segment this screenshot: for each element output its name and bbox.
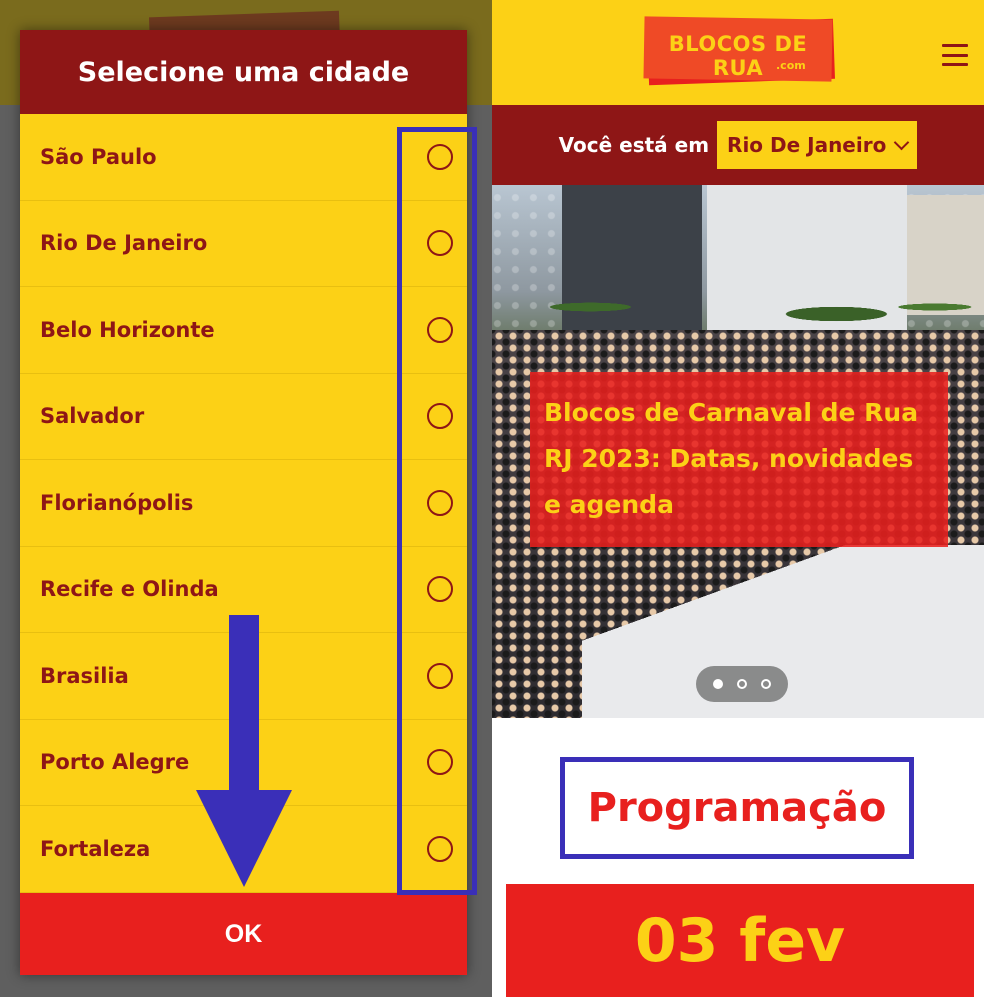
carousel-dot[interactable] — [737, 679, 747, 689]
hero-carousel[interactable]: Blocos de Carnaval de Rua RJ 2023: Datas… — [492, 185, 984, 718]
logo-suffix: .com — [776, 59, 806, 72]
dialog-title: Selecione uma cidade — [20, 30, 467, 114]
city-option-label: Rio De Janeiro — [40, 231, 208, 256]
city-option-label: Salvador — [40, 404, 145, 429]
city-option-label: Belo Horizonte — [40, 317, 215, 342]
hamburger-menu-icon[interactable] — [942, 44, 968, 66]
city-bar-label: Você está em — [558, 133, 710, 157]
section-title: Programação — [560, 757, 914, 859]
date-banner[interactable]: 03 fev — [506, 884, 974, 997]
city-option-label: Florianópolis — [40, 490, 194, 515]
carousel-dot-active[interactable] — [713, 679, 723, 689]
ok-button[interactable]: OK — [20, 893, 467, 975]
city-bar: Você está em Rio De Janeiro — [492, 105, 984, 185]
carousel-dots — [696, 666, 788, 702]
site-screen: BLOCOS DE RUA .com Você está em Rio De J… — [492, 0, 984, 997]
radio-column-highlight — [397, 127, 477, 895]
carousel-dot[interactable] — [761, 679, 771, 689]
hero-photo-trees — [492, 265, 984, 335]
city-option-label: Brasilia — [40, 663, 129, 688]
selected-city: Rio De Janeiro — [727, 133, 887, 157]
city-option-label: Fortaleza — [40, 836, 151, 861]
arrow-down-icon — [196, 615, 292, 887]
chevron-down-icon — [894, 134, 910, 150]
hero-caption[interactable]: Blocos de Carnaval de Rua RJ 2023: Datas… — [530, 372, 948, 547]
logo-text: BLOCOS DE RUA — [668, 32, 808, 80]
city-option-label: Recife e Olinda — [40, 577, 219, 602]
site-header: BLOCOS DE RUA .com — [492, 0, 984, 105]
city-option-label: São Paulo — [40, 144, 157, 169]
city-select[interactable]: Rio De Janeiro — [717, 121, 918, 169]
city-select-screen: Selecione uma cidade São Paulo Rio De Ja… — [0, 0, 492, 997]
city-option-label: Porto Alegre — [40, 750, 190, 775]
site-logo[interactable]: BLOCOS DE RUA .com — [643, 16, 836, 86]
